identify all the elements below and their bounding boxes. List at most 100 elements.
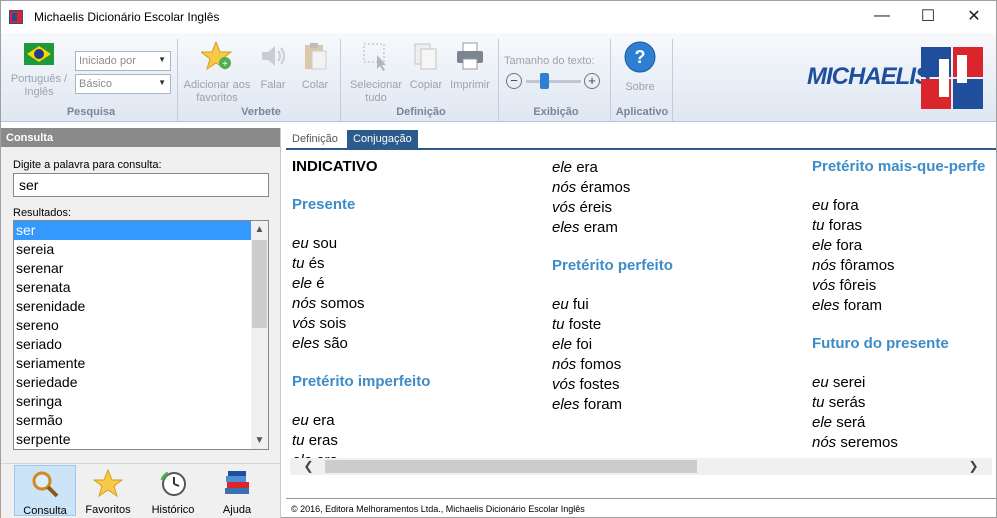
verb-form: fui	[572, 296, 589, 313]
conjugation-line: nós éramos	[552, 179, 630, 196]
verb-form: são	[323, 335, 348, 352]
pronoun: tu	[812, 217, 825, 234]
conjugation-line: ele fora	[812, 237, 862, 254]
pronoun: eu	[292, 412, 309, 429]
search-input[interactable]: ser	[13, 173, 269, 197]
pronoun: tu	[292, 255, 305, 272]
list-item[interactable]: seriado	[14, 335, 268, 354]
conjugation-line: tu foste	[552, 316, 601, 333]
pronoun: vós	[292, 315, 316, 332]
conjugation-line: tu és	[292, 255, 325, 272]
level-select[interactable]: Básico ▼	[75, 74, 171, 94]
text-size-label: Tamanho do texto:	[504, 55, 595, 67]
tense-heading-perfeito: Pretérito perfeito	[552, 257, 673, 274]
list-item[interactable]: sereno	[14, 316, 268, 335]
list-item[interactable]: sereia	[14, 240, 268, 259]
search-mode-select[interactable]: Iniciado por ▼	[75, 51, 171, 71]
app-icon	[9, 10, 23, 24]
scroll-right-icon[interactable]: ❯	[965, 458, 982, 475]
conjugation-line: eles eram	[552, 219, 618, 236]
speaker-icon	[262, 46, 285, 66]
conjugation-line: ele será	[812, 414, 865, 431]
pronoun: nós	[812, 434, 837, 451]
entry-tabs: Definição Conjugação	[286, 128, 996, 150]
star-plus-icon: +	[199, 40, 233, 71]
bottom-nav: Consulta Favoritos Histórico Ajuda	[1, 463, 280, 518]
print-button[interactable]: Imprimir	[447, 41, 493, 92]
about-button[interactable]: ? Sobre	[617, 41, 663, 94]
maximize-button[interactable]: ☐	[905, 1, 951, 31]
verb-form: sois	[319, 315, 347, 332]
list-item[interactable]: serenar	[14, 259, 268, 278]
conjugation-line: eu fui	[552, 296, 589, 313]
conjugation-line: tu foras	[812, 217, 862, 234]
nav-consulta[interactable]: Consulta	[14, 465, 76, 517]
scroll-up-icon[interactable]: ▲	[251, 221, 268, 238]
search-prompt: Digite a palavra para consulta:	[13, 159, 162, 171]
conjugation-line: tu eras	[292, 432, 338, 449]
text-size-slider-thumb[interactable]	[539, 73, 549, 89]
text-size-slider[interactable]	[526, 73, 581, 89]
conjugation-line: vós fôreis	[812, 277, 876, 294]
nav-ajuda[interactable]: Ajuda	[206, 465, 268, 516]
title-bar: Michaelis Dicionário Escolar Inglês — ☐ …	[1, 1, 996, 33]
conjugation-line: nós fôramos	[812, 257, 895, 274]
pronoun: eu	[812, 374, 829, 391]
conjugation-line: eu era	[292, 412, 335, 429]
list-item[interactable]: ser	[14, 221, 268, 240]
results-list[interactable]: ser sereia serenar serenata serenidade sereno…	[13, 220, 269, 450]
chevron-down-icon: ▼	[158, 78, 166, 87]
list-item[interactable]: serpente	[14, 430, 268, 449]
scroll-left-icon[interactable]: ❮	[300, 458, 317, 475]
verb-form: serás	[828, 394, 866, 411]
conjugation-line: vós sois	[292, 315, 346, 332]
tab-definicao[interactable]: Definição	[286, 130, 344, 150]
add-favorite-button[interactable]: + Adicionar aos favoritos	[183, 40, 251, 105]
list-item[interactable]: seringa	[14, 392, 268, 411]
scrollbar-thumb[interactable]	[325, 460, 697, 473]
conjugation-line: nós seremos	[812, 434, 898, 451]
scroll-down-icon[interactable]: ▼	[251, 432, 268, 449]
nav-historico[interactable]: Histórico	[142, 465, 204, 516]
group-pesquisa-title: Pesquisa	[66, 106, 116, 118]
star-icon	[92, 468, 124, 498]
horizontal-scrollbar[interactable]: ❮ ❯	[290, 458, 992, 475]
tab-conjugacao[interactable]: Conjugação	[347, 130, 418, 150]
pronoun: eles	[552, 219, 580, 236]
list-item[interactable]: seriedade	[14, 373, 268, 392]
verb-form: fora	[836, 237, 863, 254]
list-item[interactable]: sermão	[14, 411, 268, 430]
pronoun: eu	[292, 235, 309, 252]
text-size-minus-button[interactable]: −	[506, 73, 522, 89]
conjugation-line: ele foi	[552, 336, 592, 353]
verb-form: serei	[832, 374, 866, 391]
list-item[interactable]: seriamente	[14, 354, 268, 373]
michaelis-logo: MICHAELIS	[807, 63, 931, 90]
scrollbar-thumb[interactable]	[252, 240, 267, 328]
verb-form: fora	[832, 197, 859, 214]
nav-favoritos[interactable]: Favoritos	[77, 465, 139, 516]
pronoun: nós	[292, 295, 317, 312]
magnifier-icon	[32, 471, 59, 498]
verb-form: fôreis	[839, 277, 877, 294]
close-button[interactable]: ✕	[951, 1, 997, 31]
clipboard-icon	[305, 43, 327, 70]
copy-button[interactable]: Copiar	[407, 41, 445, 92]
speak-button[interactable]: Falar	[255, 41, 291, 92]
verb-form: seremos	[840, 434, 898, 451]
verb-form: eras	[308, 432, 338, 449]
search-mode-value: Iniciado por	[79, 55, 136, 67]
list-item[interactable]: serenata	[14, 278, 268, 297]
results-scrollbar[interactable]: ▲ ▼	[251, 221, 268, 449]
list-item[interactable]: serenidade	[14, 297, 268, 316]
paste-button[interactable]: Colar	[297, 41, 333, 92]
text-size-plus-button[interactable]: +	[584, 73, 600, 89]
conjugation-line: vós fostes	[552, 376, 620, 393]
verb-form: era	[576, 159, 598, 176]
paste-label: Colar	[301, 79, 329, 91]
chevron-down-icon: ▼	[158, 55, 166, 64]
select-all-button[interactable]: Selecionar tudo	[347, 41, 405, 105]
pronoun: eu	[812, 197, 829, 214]
language-button[interactable]: Português / Inglês	[9, 43, 69, 99]
minimize-button[interactable]: —	[859, 1, 905, 31]
